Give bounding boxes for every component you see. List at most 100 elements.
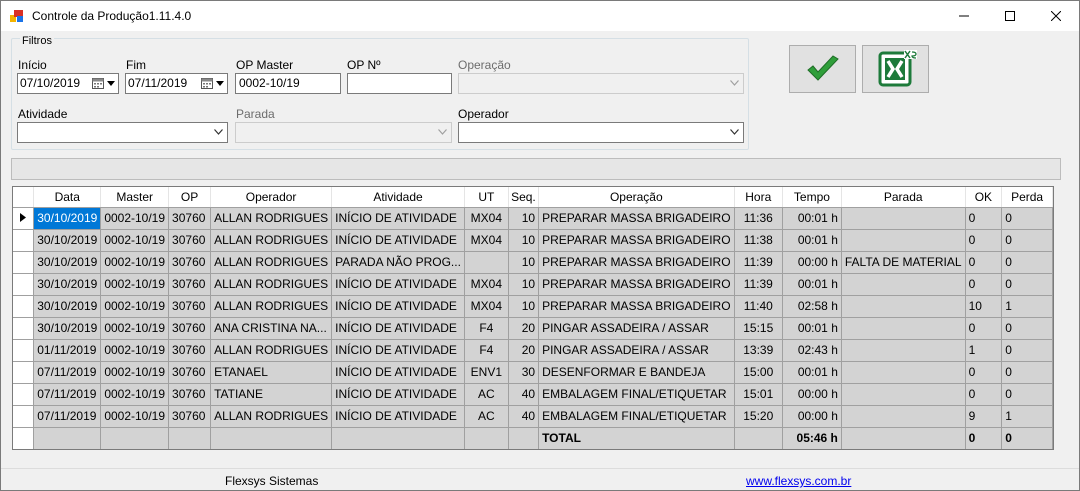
cell-tempo[interactable]: 00:00 h: [782, 383, 842, 406]
cell-master[interactable]: 0002-10/19: [100, 295, 170, 318]
row-header[interactable]: [13, 361, 35, 384]
cell-opera-o[interactable]: EMBALAGEM FINAL/ETIQUETAR: [538, 383, 735, 406]
cell-ut[interactable]: F4: [464, 317, 509, 340]
cell-atividade[interactable]: PARADA NÃO PROG...: [331, 251, 465, 274]
cell-atividade[interactable]: INÍCIO DE ATIVIDADE: [331, 339, 465, 362]
column-header-atividade[interactable]: Atividade: [331, 187, 465, 208]
total-empty-cell[interactable]: [100, 427, 170, 449]
total-empty-cell[interactable]: [734, 427, 783, 449]
cell-ok[interactable]: 0: [965, 273, 1003, 296]
cell-ut[interactable]: MX04: [464, 229, 509, 252]
cell-ok[interactable]: 0: [965, 207, 1003, 230]
cell-opera-o[interactable]: PREPARAR MASSA BRIGADEIRO: [538, 273, 735, 296]
cell-hora[interactable]: 11:40: [734, 295, 783, 318]
atividade-select[interactable]: [17, 122, 228, 143]
cell-hora[interactable]: 15:20: [734, 405, 783, 428]
table-row[interactable]: 30/10/2019 0002-10/19 30760 ANA CRISTINA NA…: [13, 317, 1053, 340]
cell-hora[interactable]: 15:15: [734, 317, 783, 340]
table-row[interactable]: 30/10/2019 0002-10/19 30760 ALLAN RODRIGUES…: [13, 273, 1053, 296]
cell-perda[interactable]: 1: [1001, 405, 1053, 428]
cell-seq[interactable]: 10: [508, 295, 540, 318]
cell-op[interactable]: 30760: [168, 405, 212, 428]
cell-perda[interactable]: 0: [1001, 361, 1053, 384]
cell-data[interactable]: 30/10/2019: [33, 317, 102, 340]
title-bar[interactable]: Controle da Produção1.11.4.0: [1, 1, 1079, 31]
table-row[interactable]: 30/10/2019 0002-10/19 30760 ALLAN RODRIGUES…: [13, 229, 1053, 252]
table-row[interactable]: 30/10/2019 0002-10/19 30760 ALLAN RODRIGUES…: [13, 207, 1053, 230]
row-header[interactable]: [13, 427, 35, 449]
confirm-button[interactable]: [789, 45, 856, 93]
cell-data[interactable]: 07/11/2019: [33, 405, 102, 428]
cell-operador[interactable]: ANA CRISTINA NA...: [210, 317, 333, 340]
column-header-ut[interactable]: UT: [464, 187, 509, 208]
cell-master[interactable]: 0002-10/19: [100, 317, 170, 340]
cell-seq[interactable]: 20: [508, 339, 540, 362]
total-tempo[interactable]: 05:46 h: [782, 427, 842, 449]
total-empty-cell[interactable]: [331, 427, 465, 449]
table-row[interactable]: 30/10/2019 0002-10/19 30760 ALLAN RODRIGUES…: [13, 295, 1053, 318]
cell-hora[interactable]: 11:36: [734, 207, 783, 230]
cell-perda[interactable]: 0: [1001, 229, 1053, 252]
website-link[interactable]: www.flexsys.com.br: [746, 474, 851, 488]
parada-select[interactable]: [235, 122, 452, 143]
cell-op[interactable]: 30760: [168, 383, 212, 406]
cell-master[interactable]: 0002-10/19: [100, 207, 170, 230]
cell-perda[interactable]: 1: [1001, 295, 1053, 318]
cell-hora[interactable]: 11:39: [734, 273, 783, 296]
cell-ok[interactable]: 0: [965, 317, 1003, 340]
op-master-input[interactable]: 0002-10/19: [235, 73, 341, 94]
row-header[interactable]: [13, 295, 35, 318]
cell-data[interactable]: 30/10/2019: [33, 251, 102, 274]
cell-data[interactable]: 01/11/2019: [33, 339, 102, 362]
cell-ut[interactable]: F4: [464, 339, 509, 362]
cell-seq[interactable]: 10: [508, 251, 540, 274]
cell-seq[interactable]: 30: [508, 361, 540, 384]
row-header[interactable]: [13, 273, 35, 296]
cell-parada[interactable]: [841, 273, 966, 296]
column-header-tempo[interactable]: Tempo: [782, 187, 842, 208]
cell-ok[interactable]: 0: [965, 229, 1003, 252]
cell-atividade[interactable]: INÍCIO DE ATIVIDADE: [331, 295, 465, 318]
cell-atividade[interactable]: INÍCIO DE ATIVIDADE: [331, 405, 465, 428]
cell-data[interactable]: 30/10/2019: [33, 295, 102, 318]
fim-date-picker[interactable]: 07/11/2019: [125, 73, 228, 94]
cell-seq[interactable]: 10: [508, 207, 540, 230]
cell-ut[interactable]: [464, 251, 509, 274]
close-button[interactable]: [1033, 1, 1079, 31]
cell-operador[interactable]: ALLAN RODRIGUES: [210, 207, 333, 230]
cell-seq[interactable]: 40: [508, 405, 540, 428]
cell-master[interactable]: 0002-10/19: [100, 405, 170, 428]
cell-data[interactable]: 30/10/2019: [33, 207, 102, 230]
cell-operador[interactable]: ALLAN RODRIGUES: [210, 405, 333, 428]
cell-data[interactable]: 07/11/2019: [33, 383, 102, 406]
column-header-data[interactable]: Data: [33, 187, 102, 208]
cell-op[interactable]: 30760: [168, 229, 212, 252]
cell-seq[interactable]: 10: [508, 273, 540, 296]
table-row[interactable]: 30/10/2019 0002-10/19 30760 ALLAN RODRIGUES…: [13, 251, 1053, 274]
cell-opera-o[interactable]: PREPARAR MASSA BRIGADEIRO: [538, 251, 735, 274]
cell-perda[interactable]: 0: [1001, 383, 1053, 406]
cell-ok[interactable]: 0: [965, 361, 1003, 384]
cell-ut[interactable]: MX04: [464, 207, 509, 230]
maximize-button[interactable]: [987, 1, 1033, 31]
cell-perda[interactable]: 0: [1001, 251, 1053, 274]
cell-op[interactable]: 30760: [168, 207, 212, 230]
cell-tempo[interactable]: 00:01 h: [782, 229, 842, 252]
cell-master[interactable]: 0002-10/19: [100, 383, 170, 406]
cell-ok[interactable]: 10: [965, 295, 1003, 318]
cell-parada[interactable]: [841, 383, 966, 406]
row-header[interactable]: [13, 317, 35, 340]
cell-perda[interactable]: 0: [1001, 207, 1053, 230]
total-empty-cell[interactable]: [508, 427, 540, 449]
cell-op[interactable]: 30760: [168, 339, 212, 362]
cell-opera-o[interactable]: DESENFORMAR E BANDEJA: [538, 361, 735, 384]
cell-atividade[interactable]: INÍCIO DE ATIVIDADE: [331, 229, 465, 252]
cell-parada[interactable]: FALTA DE MATERIAL: [841, 251, 966, 274]
column-header-opera-o[interactable]: Operação: [538, 187, 735, 208]
cell-op[interactable]: 30760: [168, 295, 212, 318]
total-empty-cell[interactable]: [464, 427, 509, 449]
column-header-parada[interactable]: Parada: [841, 187, 966, 208]
row-header[interactable]: [13, 207, 35, 230]
cell-perda[interactable]: 0: [1001, 339, 1053, 362]
cell-atividade[interactable]: INÍCIO DE ATIVIDADE: [331, 273, 465, 296]
